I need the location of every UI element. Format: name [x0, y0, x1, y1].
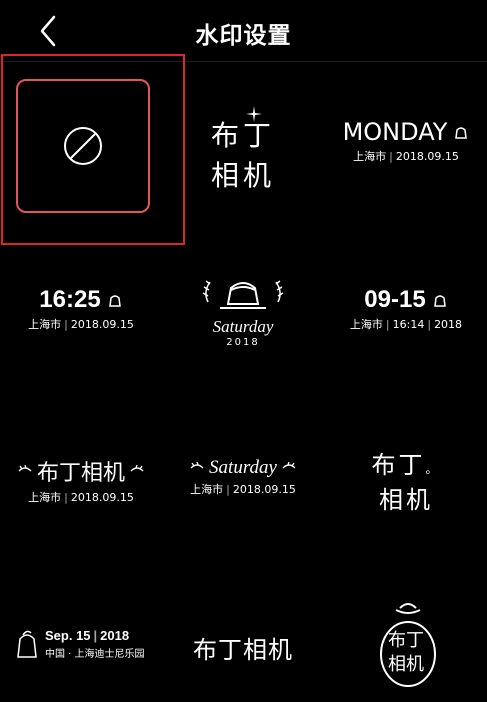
watermark-city: 上海市: [28, 491, 62, 504]
watermark-option-10[interactable]: Sep. 15 | 2018 中国 · 上海迪士尼乐园: [14, 628, 176, 668]
watermark-place: 上海迪士尼乐园: [74, 649, 145, 660]
watermark-date-big: 09-15: [364, 286, 426, 313]
watermark-option-9[interactable]: 布丁。 相机: [325, 445, 487, 515]
watermark-day: MONDAY: [342, 118, 448, 146]
watermark-date: Sep. 15: [45, 628, 91, 643]
header: 水印设置: [0, 0, 487, 62]
pudding-icon: [108, 295, 121, 307]
prohibited-icon: [64, 127, 102, 165]
leaf-icon: [190, 462, 204, 469]
watermark-date: 2018.09.15: [70, 491, 134, 504]
watermark-city: 上海市: [28, 318, 62, 331]
watermark-option-8[interactable]: Saturday 上海市 | 2018.09.15: [162, 457, 324, 507]
watermark-time: 16:25: [39, 286, 101, 313]
watermark-line-1: 布丁: [210, 119, 275, 152]
watermark-option-6[interactable]: 09-15 上海市 | 16:14 | 2018: [325, 286, 487, 346]
watermark-option-4[interactable]: 16:25 上海市 | 2018.09.15: [0, 286, 162, 346]
sparkle-icon: [246, 106, 262, 122]
separator: |: [226, 483, 230, 496]
watermark-day: Saturday: [209, 457, 277, 478]
separator: |: [427, 318, 432, 331]
leaf-icon: [18, 465, 32, 472]
watermark-name: 布丁相机: [193, 636, 293, 664]
watermark-city: 上海市: [349, 318, 383, 331]
watermark-line-1: 布丁: [388, 630, 424, 651]
watermark-option-2[interactable]: 布丁 相机: [162, 100, 324, 200]
watermark-city: 上海市: [190, 483, 224, 496]
watermark-none-option[interactable]: [16, 79, 150, 213]
separator: |: [389, 150, 393, 163]
watermark-year: 2018: [434, 318, 463, 331]
watermark-country: 中国: [45, 649, 65, 660]
pudding-plate-icon: [202, 280, 284, 309]
watermark-line-2: 相机: [388, 654, 424, 675]
watermark-option-7[interactable]: 布丁相机 上海市 | 2018.09.15: [0, 455, 162, 505]
separator: |: [385, 318, 390, 331]
watermark-date: 2018.09.15: [395, 150, 459, 163]
watermark-line-1: 布丁。: [371, 451, 441, 479]
watermark-line-2: 相机: [379, 486, 433, 514]
watermark-option-12[interactable]: 布丁 相机: [325, 600, 487, 700]
watermark-time: 16:14: [392, 318, 425, 331]
pudding-icon: [17, 630, 37, 658]
watermark-year: 2018: [100, 628, 130, 643]
watermark-line-2: 相机: [210, 159, 275, 192]
leaf-icon: [282, 462, 296, 469]
pudding-icon: [433, 295, 446, 307]
watermark-city: 上海市: [353, 150, 387, 163]
page-title: 水印设置: [195, 23, 292, 49]
watermark-option-5[interactable]: Saturday 2018: [162, 272, 324, 362]
leaf-icon: [130, 465, 144, 472]
watermark-day: Saturday: [212, 317, 274, 336]
separator: |: [93, 628, 98, 643]
watermark-option-11[interactable]: 布丁相机: [162, 630, 324, 670]
pudding-icon: [455, 127, 468, 139]
watermark-date: 2018.09.15: [232, 483, 296, 496]
separator: |: [64, 491, 68, 504]
separator-dot: ·: [65, 649, 75, 660]
watermark-option-3[interactable]: MONDAY 上海市 | 2018.09.15: [325, 118, 487, 178]
watermark-year: 2018: [226, 337, 260, 348]
separator: |: [64, 318, 68, 331]
watermark-name: 布丁相机: [36, 461, 125, 486]
watermark-date: 2018.09.15: [70, 318, 134, 331]
